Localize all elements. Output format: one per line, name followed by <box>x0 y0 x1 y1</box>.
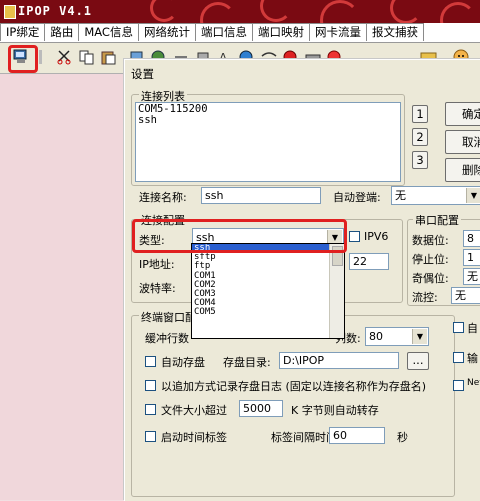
app-icon <box>4 5 16 19</box>
interval-input[interactable]: 60 <box>329 427 385 444</box>
tab-nic-traffic[interactable]: 网卡流量 <box>308 23 367 41</box>
decor-swirl <box>390 0 422 23</box>
paste-icon[interactable] <box>100 49 118 65</box>
serial-config-title: 串口配置 <box>413 212 461 228</box>
stop-bits-select[interactable]: 1 <box>463 249 480 266</box>
decor-swirl <box>440 2 476 23</box>
save-dir-input[interactable]: D:\IPOP <box>279 352 399 369</box>
filesize-suffix: K 字节则自动转存 <box>291 404 379 417</box>
auto-save-label: 自动存盘 <box>161 356 205 369</box>
conn-name-input[interactable]: ssh <box>201 187 321 204</box>
decor-swirl <box>150 0 178 22</box>
chevron-down-icon[interactable]: ▼ <box>412 329 427 344</box>
tab-route[interactable]: 路由 <box>44 23 80 41</box>
buffer-lines-label: 缓冲行数 <box>145 332 189 345</box>
tab-port-mapping[interactable]: 端口映射 <box>251 23 310 41</box>
filesize-input[interactable]: 5000 <box>239 400 283 417</box>
auto-login-value: 无 <box>395 189 406 202</box>
decor-swirl <box>200 2 236 23</box>
conn-name-label: 连接名称: <box>139 191 187 204</box>
list-item[interactable]: COM5-115200 <box>138 104 398 115</box>
order-button-1[interactable]: 1 <box>412 105 428 123</box>
new-option-label: New <box>467 378 480 388</box>
workspace-area <box>0 74 124 500</box>
ipv6-label: IPV6 <box>364 230 389 243</box>
tab-ip-binding[interactable]: IP绑定 <box>0 23 46 41</box>
tab-packet-capture[interactable]: 报文捕获 <box>365 23 424 41</box>
auto-option-label: 自 <box>467 322 478 335</box>
filesize-checkbox[interactable] <box>145 404 156 415</box>
order-button-2[interactable]: 2 <box>412 128 428 146</box>
auto-login-label: 自动登端: <box>333 191 381 204</box>
interval-unit: 秒 <box>397 431 408 444</box>
function-tabs: IP绑定 路由 MAC信息 网络统计 端口信息 端口映射 网卡流量 报文捕获 <box>0 23 480 43</box>
save-dir-label: 存盘目录: <box>223 356 271 369</box>
separator-icon <box>38 49 44 65</box>
decor-swirl <box>260 0 292 22</box>
auto-checkbox[interactable] <box>453 322 464 333</box>
new-checkbox[interactable] <box>453 380 464 391</box>
parity-label: 奇偶位: <box>412 272 449 285</box>
terminal-config-title: 终端窗口配 <box>139 309 198 325</box>
auto-login-select[interactable]: 无 ▼ <box>391 186 480 205</box>
columns-select[interactable]: 80 ▼ <box>365 327 429 346</box>
dialog-title: 设置 <box>131 67 154 81</box>
type-option[interactable]: sftp <box>192 252 344 262</box>
filesize-label: 文件大小超过 <box>161 404 227 417</box>
input-checkbox[interactable] <box>453 352 464 363</box>
type-option[interactable]: COM5 <box>192 308 344 317</box>
connection-listbox[interactable]: COM5-115200 ssh <box>135 102 401 182</box>
highlight-new-connection <box>8 45 38 73</box>
input-option-label: 输 <box>467 352 478 365</box>
browse-button[interactable]: ... <box>407 352 429 370</box>
data-bits-label: 数据位: <box>412 234 449 247</box>
auto-save-checkbox[interactable] <box>145 356 156 367</box>
flow-control-select[interactable]: 无 <box>451 287 480 304</box>
timestamp-checkbox[interactable] <box>145 431 156 442</box>
columns-value: 80 <box>369 330 383 343</box>
stop-bits-label: 停止位: <box>412 253 449 266</box>
ipv6-checkbox[interactable] <box>349 231 360 242</box>
list-item[interactable]: ssh <box>138 115 398 126</box>
order-button-3[interactable]: 3 <box>412 151 428 169</box>
tab-mac-info[interactable]: MAC信息 <box>78 23 139 41</box>
ok-button[interactable]: 确定 <box>445 102 480 126</box>
highlight-type-select <box>132 219 347 253</box>
copy-icon[interactable] <box>78 49 96 65</box>
cancel-button[interactable]: 取消 <box>445 130 480 154</box>
tab-port-info[interactable]: 端口信息 <box>194 23 253 41</box>
timestamp-label: 启动时间标签 <box>161 431 227 444</box>
ip-address-label: IP地址: <box>139 258 175 271</box>
dropdown-scrollbar[interactable] <box>329 244 344 338</box>
append-log-checkbox[interactable] <box>145 380 156 391</box>
baud-label: 波特率: <box>139 282 176 295</box>
app-title: IPOP V4.1 <box>18 4 93 18</box>
decor-swirl <box>320 0 360 23</box>
flow-control-label: 流控: <box>412 291 438 304</box>
title-bar: IPOP V4.1 <box>0 0 480 23</box>
append-log-label: 以追加方式记录存盘日志 (固定以连接名称作为存盘名) <box>161 380 427 393</box>
parity-select[interactable]: 无 <box>463 268 480 285</box>
chevron-down-icon[interactable]: ▼ <box>466 188 480 203</box>
type-dropdown-list[interactable]: ssh sftp ftp COM1 COM2 COM3 COM4 COM5 <box>191 243 345 339</box>
delete-button[interactable]: 删除 <box>445 158 480 182</box>
port-input[interactable]: 22 <box>349 253 389 270</box>
tab-net-stats[interactable]: 网络统计 <box>137 23 196 41</box>
cut-icon[interactable] <box>56 49 74 65</box>
data-bits-select[interactable]: 8 <box>463 230 480 247</box>
